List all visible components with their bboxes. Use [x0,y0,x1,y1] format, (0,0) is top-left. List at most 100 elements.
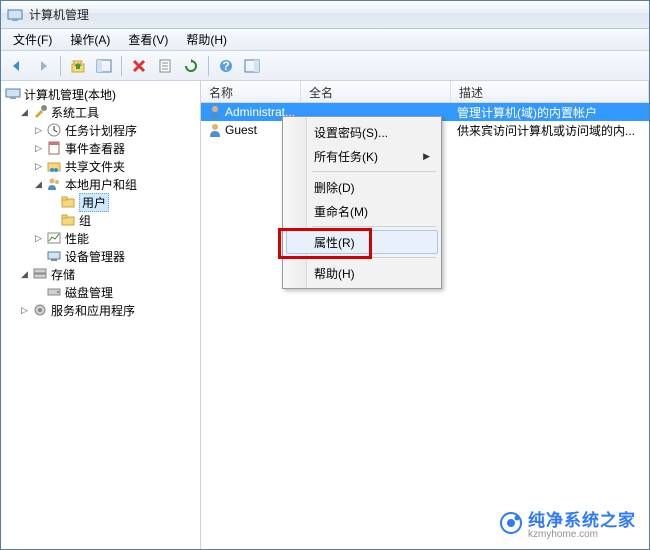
tree-label: 用户 [79,193,109,212]
tree-pane[interactable]: 计算机管理(本地) ◢ 系统工具 ▷ 任务计划程序 ▷ 事件查看器 ▷ 共享文件… [1,81,201,549]
expand-spacer [33,251,44,262]
tree-label: 存储 [51,266,75,283]
folder-icon [60,212,76,228]
expand-icon[interactable]: ▷ [33,161,44,172]
tree-label: 任务计划程序 [65,122,137,139]
help-button[interactable]: ? [214,54,238,78]
show-hide-tree-button[interactable] [92,54,116,78]
expand-icon[interactable]: ▷ [33,125,44,136]
column-name[interactable]: 名称 [201,81,301,102]
shared-folder-icon [46,158,62,174]
back-button[interactable] [5,54,29,78]
menu-help[interactable]: 帮助(H) [178,29,235,50]
action-pane-button[interactable] [240,54,264,78]
column-description[interactable]: 描述 [451,81,649,102]
tree-performance[interactable]: ▷ 性能 [3,229,198,247]
menu-properties[interactable]: 属性(R) [286,230,438,254]
menu-label: 重命名(M) [314,203,368,220]
tree-label: 服务和应用程序 [51,302,135,319]
collapse-icon[interactable]: ◢ [19,269,30,280]
menu-rename[interactable]: 重命名(M) [286,199,438,223]
menu-label: 删除(D) [314,179,355,196]
tree-users[interactable]: 用户 [3,193,198,211]
context-menu-separator [312,171,436,172]
expand-spacer [47,197,58,208]
menu-view[interactable]: 查看(V) [120,29,176,50]
cell-description: 供来宾访问计算机或访问域的内... [451,122,649,139]
user-icon [207,104,223,120]
context-menu: 设置密码(S)... 所有任务(K) ▶ 删除(D) 重命名(M) 属性(R) 帮… [282,116,442,289]
up-button[interactable] [66,54,90,78]
delete-button[interactable] [127,54,151,78]
tree-local-users[interactable]: ◢ 本地用户和组 [3,175,198,193]
app-icon [7,7,23,23]
menubar: 文件(F) 操作(A) 查看(V) 帮助(H) [1,29,649,51]
tree-shared-folders[interactable]: ▷ 共享文件夹 [3,157,198,175]
disk-icon [46,284,62,300]
clock-icon [46,122,62,138]
menu-file[interactable]: 文件(F) [5,29,60,50]
tree-groups[interactable]: 组 [3,211,198,229]
column-fullname[interactable]: 全名 [301,81,451,102]
context-menu-separator [312,257,436,258]
tree-storage[interactable]: ◢ 存储 [3,265,198,283]
submenu-arrow-icon: ▶ [423,151,430,162]
cell-description: 管理计算机(域)的内置帐户 [451,104,649,121]
tree-label: 共享文件夹 [65,158,125,175]
tree-device-manager[interactable]: 设备管理器 [3,247,198,265]
tools-icon [32,104,48,120]
expand-icon[interactable]: ▷ [19,305,30,316]
tree-label: 磁盘管理 [65,284,113,301]
tree-label: 事件查看器 [65,140,125,157]
services-icon [32,302,48,318]
menu-all-tasks[interactable]: 所有任务(K) ▶ [286,144,438,168]
properties-button[interactable] [153,54,177,78]
device-icon [46,248,62,264]
users-icon [46,176,62,192]
user-icon [207,122,223,138]
watermark-logo-icon [500,512,522,534]
menu-label: 帮助(H) [314,265,355,282]
window-title: 计算机管理 [29,6,89,23]
menu-set-password[interactable]: 设置密码(S)... [286,120,438,144]
tree-task-scheduler[interactable]: ▷ 任务计划程序 [3,121,198,139]
tree-disk-management[interactable]: 磁盘管理 [3,283,198,301]
folder-icon [60,194,76,210]
tree-label: 性能 [65,230,89,247]
tree-label: 设备管理器 [65,248,125,265]
svg-text:?: ? [222,59,229,73]
menu-label: 所有任务(K) [314,148,378,165]
watermark: 纯净系统之家 kzmyhome.com [500,506,636,540]
collapse-icon[interactable]: ◢ [33,179,44,190]
menu-help[interactable]: 帮助(H) [286,261,438,285]
toolbar-separator [121,56,122,76]
expand-spacer [33,287,44,298]
tree-label: 系统工具 [51,104,99,121]
tree-services-apps[interactable]: ▷ 服务和应用程序 [3,301,198,319]
collapse-icon[interactable]: ◢ [19,107,30,118]
toolbar-separator [60,56,61,76]
menu-action[interactable]: 操作(A) [62,29,118,50]
context-menu-separator [312,226,436,227]
menu-delete[interactable]: 删除(D) [286,175,438,199]
watermark-brand: 纯净系统之家 [528,506,636,531]
toolbar: ? [1,51,649,81]
tree-root[interactable]: 计算机管理(本地) [3,85,198,103]
expand-icon[interactable]: ▷ [33,143,44,154]
tree-label: 本地用户和组 [65,176,137,193]
toolbar-separator [208,56,209,76]
titlebar: 计算机管理 [1,1,649,29]
expand-icon[interactable]: ▷ [33,233,44,244]
watermark-text: 纯净系统之家 kzmyhome.com [528,506,636,540]
menu-label: 属性(R) [314,234,355,251]
menu-label: 设置密码(S)... [314,124,388,141]
storage-icon [32,266,48,282]
expand-spacer [47,215,58,226]
event-icon [46,140,62,156]
tree-system-tools[interactable]: ◢ 系统工具 [3,103,198,121]
cell-name: Guest [225,123,257,137]
tree-label: 组 [79,212,91,229]
tree-event-viewer[interactable]: ▷ 事件查看器 [3,139,198,157]
forward-button[interactable] [31,54,55,78]
refresh-button[interactable] [179,54,203,78]
